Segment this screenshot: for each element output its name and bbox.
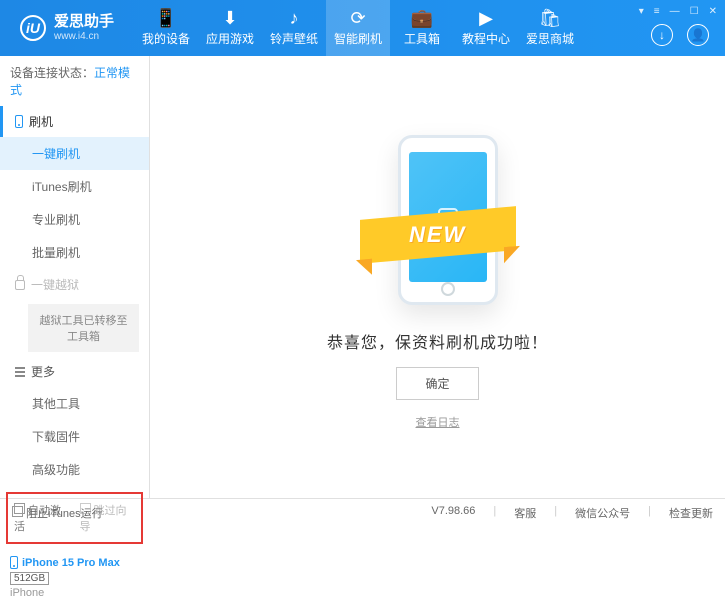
- support-link[interactable]: 客服: [514, 505, 536, 521]
- menu-icon[interactable]: ≡: [654, 6, 660, 17]
- sidebar-item-oneclick-flash[interactable]: 一键刷机: [0, 137, 149, 170]
- success-illustration: NEW: [368, 125, 508, 315]
- section-more[interactable]: 更多: [0, 356, 149, 387]
- app-title: 爱思助手: [54, 13, 114, 31]
- device-storage: 512GB: [10, 572, 49, 585]
- nav-label: 智能刷机: [334, 30, 382, 47]
- tutorial-icon: ▶: [479, 9, 493, 27]
- main-content: NEW 恭喜您，保资料刷机成功啦！ 确定 查看日志: [150, 56, 725, 498]
- nav-label: 工具箱: [404, 30, 440, 47]
- section-jailbreak: 一键越狱: [0, 269, 149, 300]
- maximize-icon[interactable]: ☐: [690, 6, 699, 17]
- device-icon: 📱: [155, 9, 177, 27]
- user-icon[interactable]: 👤: [687, 24, 709, 46]
- nav-label: 应用游戏: [206, 30, 254, 47]
- view-log-link[interactable]: 查看日志: [416, 414, 460, 430]
- nav-my-device[interactable]: 📱 我的设备: [134, 0, 198, 56]
- logo-icon: iU: [20, 15, 46, 41]
- sidebar-item-other-tools[interactable]: 其他工具: [0, 387, 149, 420]
- list-icon: [15, 367, 25, 377]
- flash-icon: ⟳: [350, 9, 365, 27]
- ok-button[interactable]: 确定: [396, 367, 478, 400]
- jailbreak-note: 越狱工具已转移至工具箱: [28, 304, 139, 352]
- success-message: 恭喜您，保资料刷机成功啦！: [327, 329, 548, 353]
- skip-guide-checkbox[interactable]: 跳过向导: [80, 502, 136, 534]
- wechat-link[interactable]: 微信公众号: [575, 505, 630, 521]
- device-name-row: iPhone 15 Pro Max: [10, 556, 139, 569]
- sidebar-item-download-firmware[interactable]: 下载固件: [0, 420, 149, 453]
- toolbox-icon: 💼: [411, 9, 433, 27]
- sidebar-item-itunes-flash[interactable]: iTunes刷机: [0, 170, 149, 203]
- close-icon[interactable]: ✕: [709, 6, 717, 17]
- section-label: 更多: [31, 363, 55, 380]
- device-type: iPhone: [10, 587, 139, 599]
- device-name: iPhone 15 Pro Max: [22, 557, 120, 569]
- section-flash[interactable]: 刷机: [0, 106, 149, 137]
- app-url: www.i4.cn: [54, 31, 114, 43]
- logo-block: iU 爱思助手 www.i4.cn: [0, 13, 134, 43]
- sidebar-item-batch-flash[interactable]: 批量刷机: [0, 236, 149, 269]
- device-info: iPhone 15 Pro Max 512GB iPhone: [0, 550, 149, 605]
- store-icon: 🛍: [539, 9, 562, 27]
- top-nav: 📱 我的设备 ⬇ 应用游戏 ♪ 铃声壁纸 ⟳ 智能刷机 💼 工具箱 ▶ 教程中心 🛍 爱思商城: [134, 0, 582, 56]
- section-label: 刷机: [29, 113, 53, 130]
- nav-label: 爱思商城: [526, 30, 574, 47]
- nav-ringtones[interactable]: ♪ 铃声壁纸: [262, 0, 326, 56]
- sidebar-item-pro-flash[interactable]: 专业刷机: [0, 203, 149, 236]
- phone-icon: [10, 556, 18, 569]
- sidebar: 设备连接状态：正常模式 刷机 一键刷机 iTunes刷机 专业刷机 批量刷机 一…: [0, 56, 150, 498]
- window-controls: ▾ ≡ — ☐ ✕: [639, 6, 717, 17]
- nav-flash[interactable]: ⟳ 智能刷机: [326, 0, 390, 56]
- nav-apps[interactable]: ⬇ 应用游戏: [198, 0, 262, 56]
- nav-toolbox[interactable]: 💼 工具箱: [390, 0, 454, 56]
- section-label: 一键越狱: [31, 276, 79, 293]
- nav-label: 教程中心: [462, 30, 510, 47]
- lock-icon: [15, 280, 25, 290]
- check-update-link[interactable]: 检查更新: [669, 505, 713, 521]
- app-header: iU 爱思助手 www.i4.cn 📱 我的设备 ⬇ 应用游戏 ♪ 铃声壁纸 ⟳ 智能刷…: [0, 0, 725, 56]
- ringtone-icon: ♪: [290, 9, 299, 27]
- phone-icon: [15, 115, 23, 128]
- version-label: V7.98.66: [431, 505, 475, 521]
- nav-store[interactable]: 🛍 爱思商城: [518, 0, 582, 56]
- nav-label: 铃声壁纸: [270, 30, 318, 47]
- status-label: 设备连接状态：: [10, 66, 94, 80]
- dropdown-icon[interactable]: ▾: [639, 6, 644, 17]
- minimize-icon[interactable]: —: [670, 6, 680, 17]
- download-icon[interactable]: ↓: [651, 24, 673, 46]
- sidebar-item-advanced[interactable]: 高级功能: [0, 453, 149, 486]
- nav-label: 我的设备: [142, 30, 190, 47]
- nav-tutorials[interactable]: ▶ 教程中心: [454, 0, 518, 56]
- connection-status: 设备连接状态：正常模式: [0, 56, 149, 106]
- apps-icon: ⬇: [222, 9, 237, 27]
